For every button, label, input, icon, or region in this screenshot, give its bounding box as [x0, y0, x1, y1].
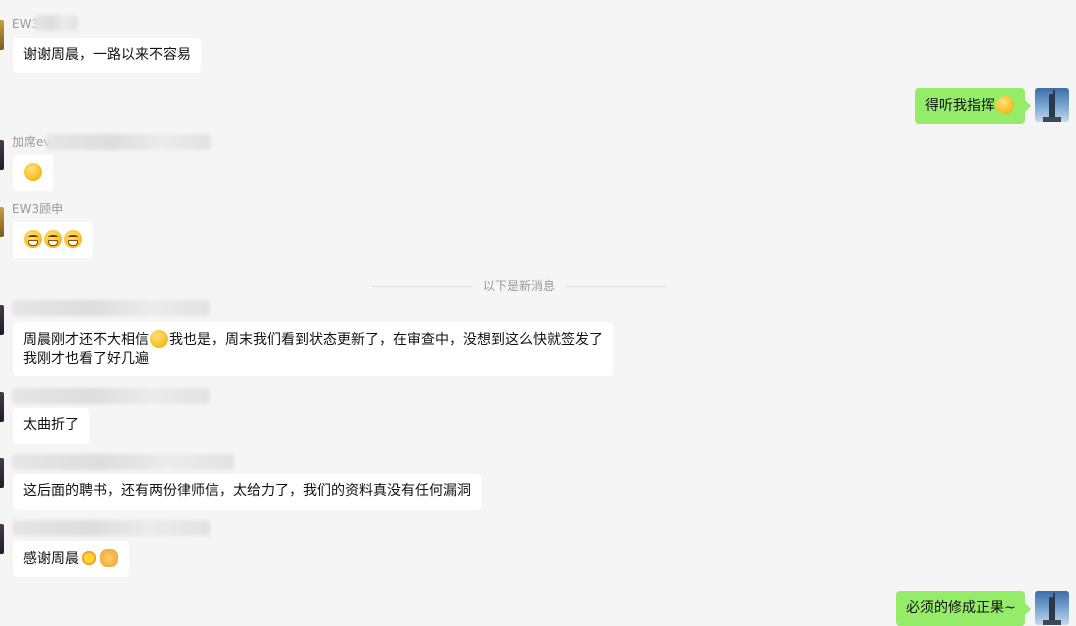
- message-bubble[interactable]: 谢谢周晨，一路以来不容易: [13, 38, 201, 73]
- message-text: 谢谢周晨，一路以来不容易: [23, 47, 191, 63]
- message-bubble[interactable]: [13, 222, 93, 258]
- new-messages-divider: 以下是新消息: [372, 278, 666, 294]
- message-text: 得听我指挥: [925, 98, 995, 114]
- thinking-face-emoji: [996, 96, 1014, 114]
- chat-history: EW3 谢谢周晨，一路以来不容易 得听我指挥 加席ev EW3顾申 以下是新消息…: [0, 0, 1076, 626]
- message-text: 周晨刚才还不大相信: [23, 332, 149, 348]
- message-bubble[interactable]: 周晨刚才还不大相信 我也是，周末我们看到状态更新了，在审查中，没想到这么快就签发了…: [13, 322, 613, 376]
- sender-avatar[interactable]: [0, 458, 4, 488]
- message-bubble-outgoing[interactable]: 得听我指挥: [915, 88, 1031, 124]
- message-text: 我刚才也看了好几遍: [23, 351, 149, 367]
- handshake-emoji: [100, 549, 118, 567]
- grinning-face-emoji: [64, 230, 82, 248]
- sender-avatar[interactable]: [0, 392, 4, 422]
- message-text: 必须的修成正果~: [906, 600, 1016, 616]
- sender-name-blur: [12, 454, 234, 470]
- laughing-face-emoji: [150, 330, 168, 348]
- sender-name-blur: [12, 388, 210, 404]
- message-bubble-outgoing[interactable]: 必须的修成正果~: [896, 591, 1031, 626]
- my-avatar[interactable]: [1035, 591, 1069, 625]
- my-avatar[interactable]: [1035, 88, 1069, 122]
- sender-avatar[interactable]: [0, 140, 4, 170]
- message-bubble[interactable]: 感谢周晨: [13, 541, 129, 577]
- sender-avatar[interactable]: [0, 207, 4, 237]
- sender-name-blur: [12, 300, 210, 316]
- rolling-laugh-emoji: [24, 163, 42, 181]
- sun-emoji: [80, 549, 98, 567]
- grinning-face-emoji: [44, 230, 62, 248]
- grinning-face-emoji: [24, 230, 42, 248]
- sender-avatar[interactable]: [0, 524, 4, 554]
- sender-name-blur: [46, 134, 211, 150]
- message-text: 我也是，周末我们看到状态更新了，在审查中，没想到这么快就签发了: [169, 332, 603, 348]
- message-bubble[interactable]: 这后面的聘书，还有两份律师信，太给力了，我们的资料真没有任何漏洞: [13, 474, 481, 510]
- sender-name: 加席ev: [12, 135, 51, 149]
- message-bubble[interactable]: 太曲折了: [13, 408, 89, 444]
- sender-name-blur: [34, 15, 78, 31]
- message-bubble[interactable]: [13, 155, 53, 191]
- divider-label: 以下是新消息: [482, 279, 555, 293]
- message-text: 这后面的聘书，还有两份律师信，太给力了，我们的资料真没有任何漏洞: [23, 483, 471, 499]
- message-text: 太曲折了: [23, 417, 79, 433]
- sender-avatar[interactable]: [0, 20, 4, 50]
- sender-name-blur: [12, 520, 210, 536]
- message-text: 感谢周晨: [23, 551, 79, 567]
- sender-name: EW3顾申: [12, 202, 64, 216]
- sender-avatar[interactable]: [0, 305, 4, 335]
